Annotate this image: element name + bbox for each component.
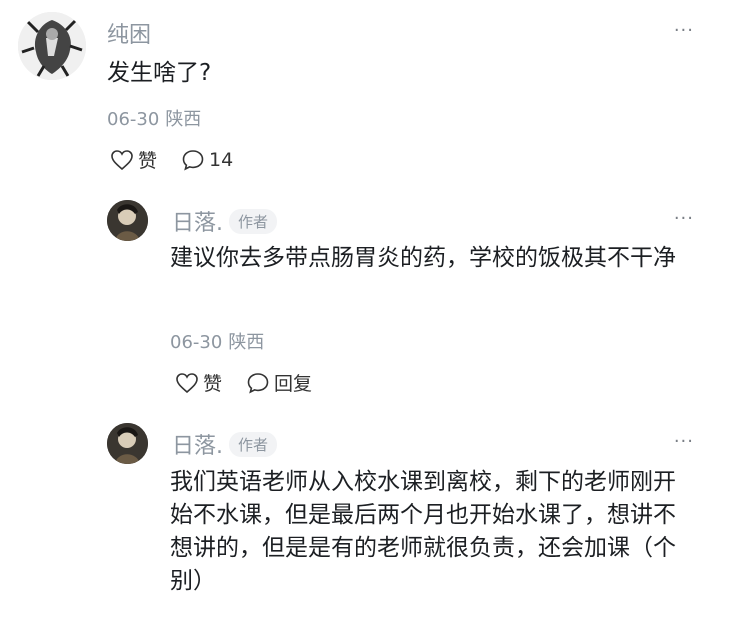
username[interactable]: 日落. 作者 (172, 205, 278, 237)
comment-text: 我们英语老师从入校水课到离校，剩下的老师刚开始不水课，但是最后两个月也开始水课了… (170, 469, 676, 594)
username[interactable]: 日落. 作者 (172, 428, 278, 460)
comment-meta: 06-30 陕西 (170, 328, 264, 354)
more-options-icon[interactable]: ··· (674, 431, 694, 452)
reply-label: 回复 (274, 373, 313, 395)
author-badge: 作者 (229, 209, 278, 234)
reply-item: 日落. 作者 ··· 建议你去多带点肠胃炎的药，学校的饭极其不干净 06-30 陕西… (0, 195, 734, 415)
avatar[interactable] (107, 423, 148, 464)
avatar[interactable] (18, 12, 86, 80)
like-label: 赞 (203, 373, 223, 395)
speech-bubble-icon (247, 372, 269, 394)
speech-bubble-icon (182, 149, 204, 171)
like-button[interactable]: 赞 (110, 146, 157, 173)
comment-location: 陕西 (165, 109, 202, 130)
heart-outline-icon (111, 149, 133, 170)
comment-item: 纯困 ··· 发生啥了? 06-30 陕西 赞 14 (0, 0, 734, 200)
avatar[interactable] (107, 200, 148, 241)
more-options-icon[interactable]: ··· (674, 208, 694, 229)
comment-date: 06-30 (107, 109, 160, 130)
more-options-icon[interactable]: ··· (674, 20, 694, 41)
username[interactable]: 纯困 (107, 17, 151, 49)
reply-count: 14 (209, 148, 234, 171)
reply-button[interactable]: 回复 (246, 369, 312, 396)
comment-location: 陕西 (228, 332, 265, 353)
comment-actions: 赞 14 (110, 146, 257, 173)
reply-count-button[interactable]: 14 (181, 149, 233, 171)
comment-actions: 赞 回复 (175, 369, 336, 396)
comment-date: 06-30 (170, 332, 223, 353)
username-text: 日落. (172, 211, 223, 236)
comment-meta: 06-30 陕西 (107, 105, 201, 131)
like-label: 赞 (138, 150, 158, 172)
reply-item: 日落. 作者 ··· 我们英语老师从入校水课到离校，剩下的老师刚开始不水课，但是最… (0, 418, 734, 617)
like-button[interactable]: 赞 (175, 369, 222, 396)
comment-text: 发生啥了? (107, 60, 212, 86)
heart-outline-icon (176, 372, 198, 393)
author-badge: 作者 (229, 432, 278, 457)
comment-text: 建议你去多带点肠胃炎的药，学校的饭极其不干净 (170, 245, 676, 271)
username-text: 日落. (172, 434, 223, 459)
